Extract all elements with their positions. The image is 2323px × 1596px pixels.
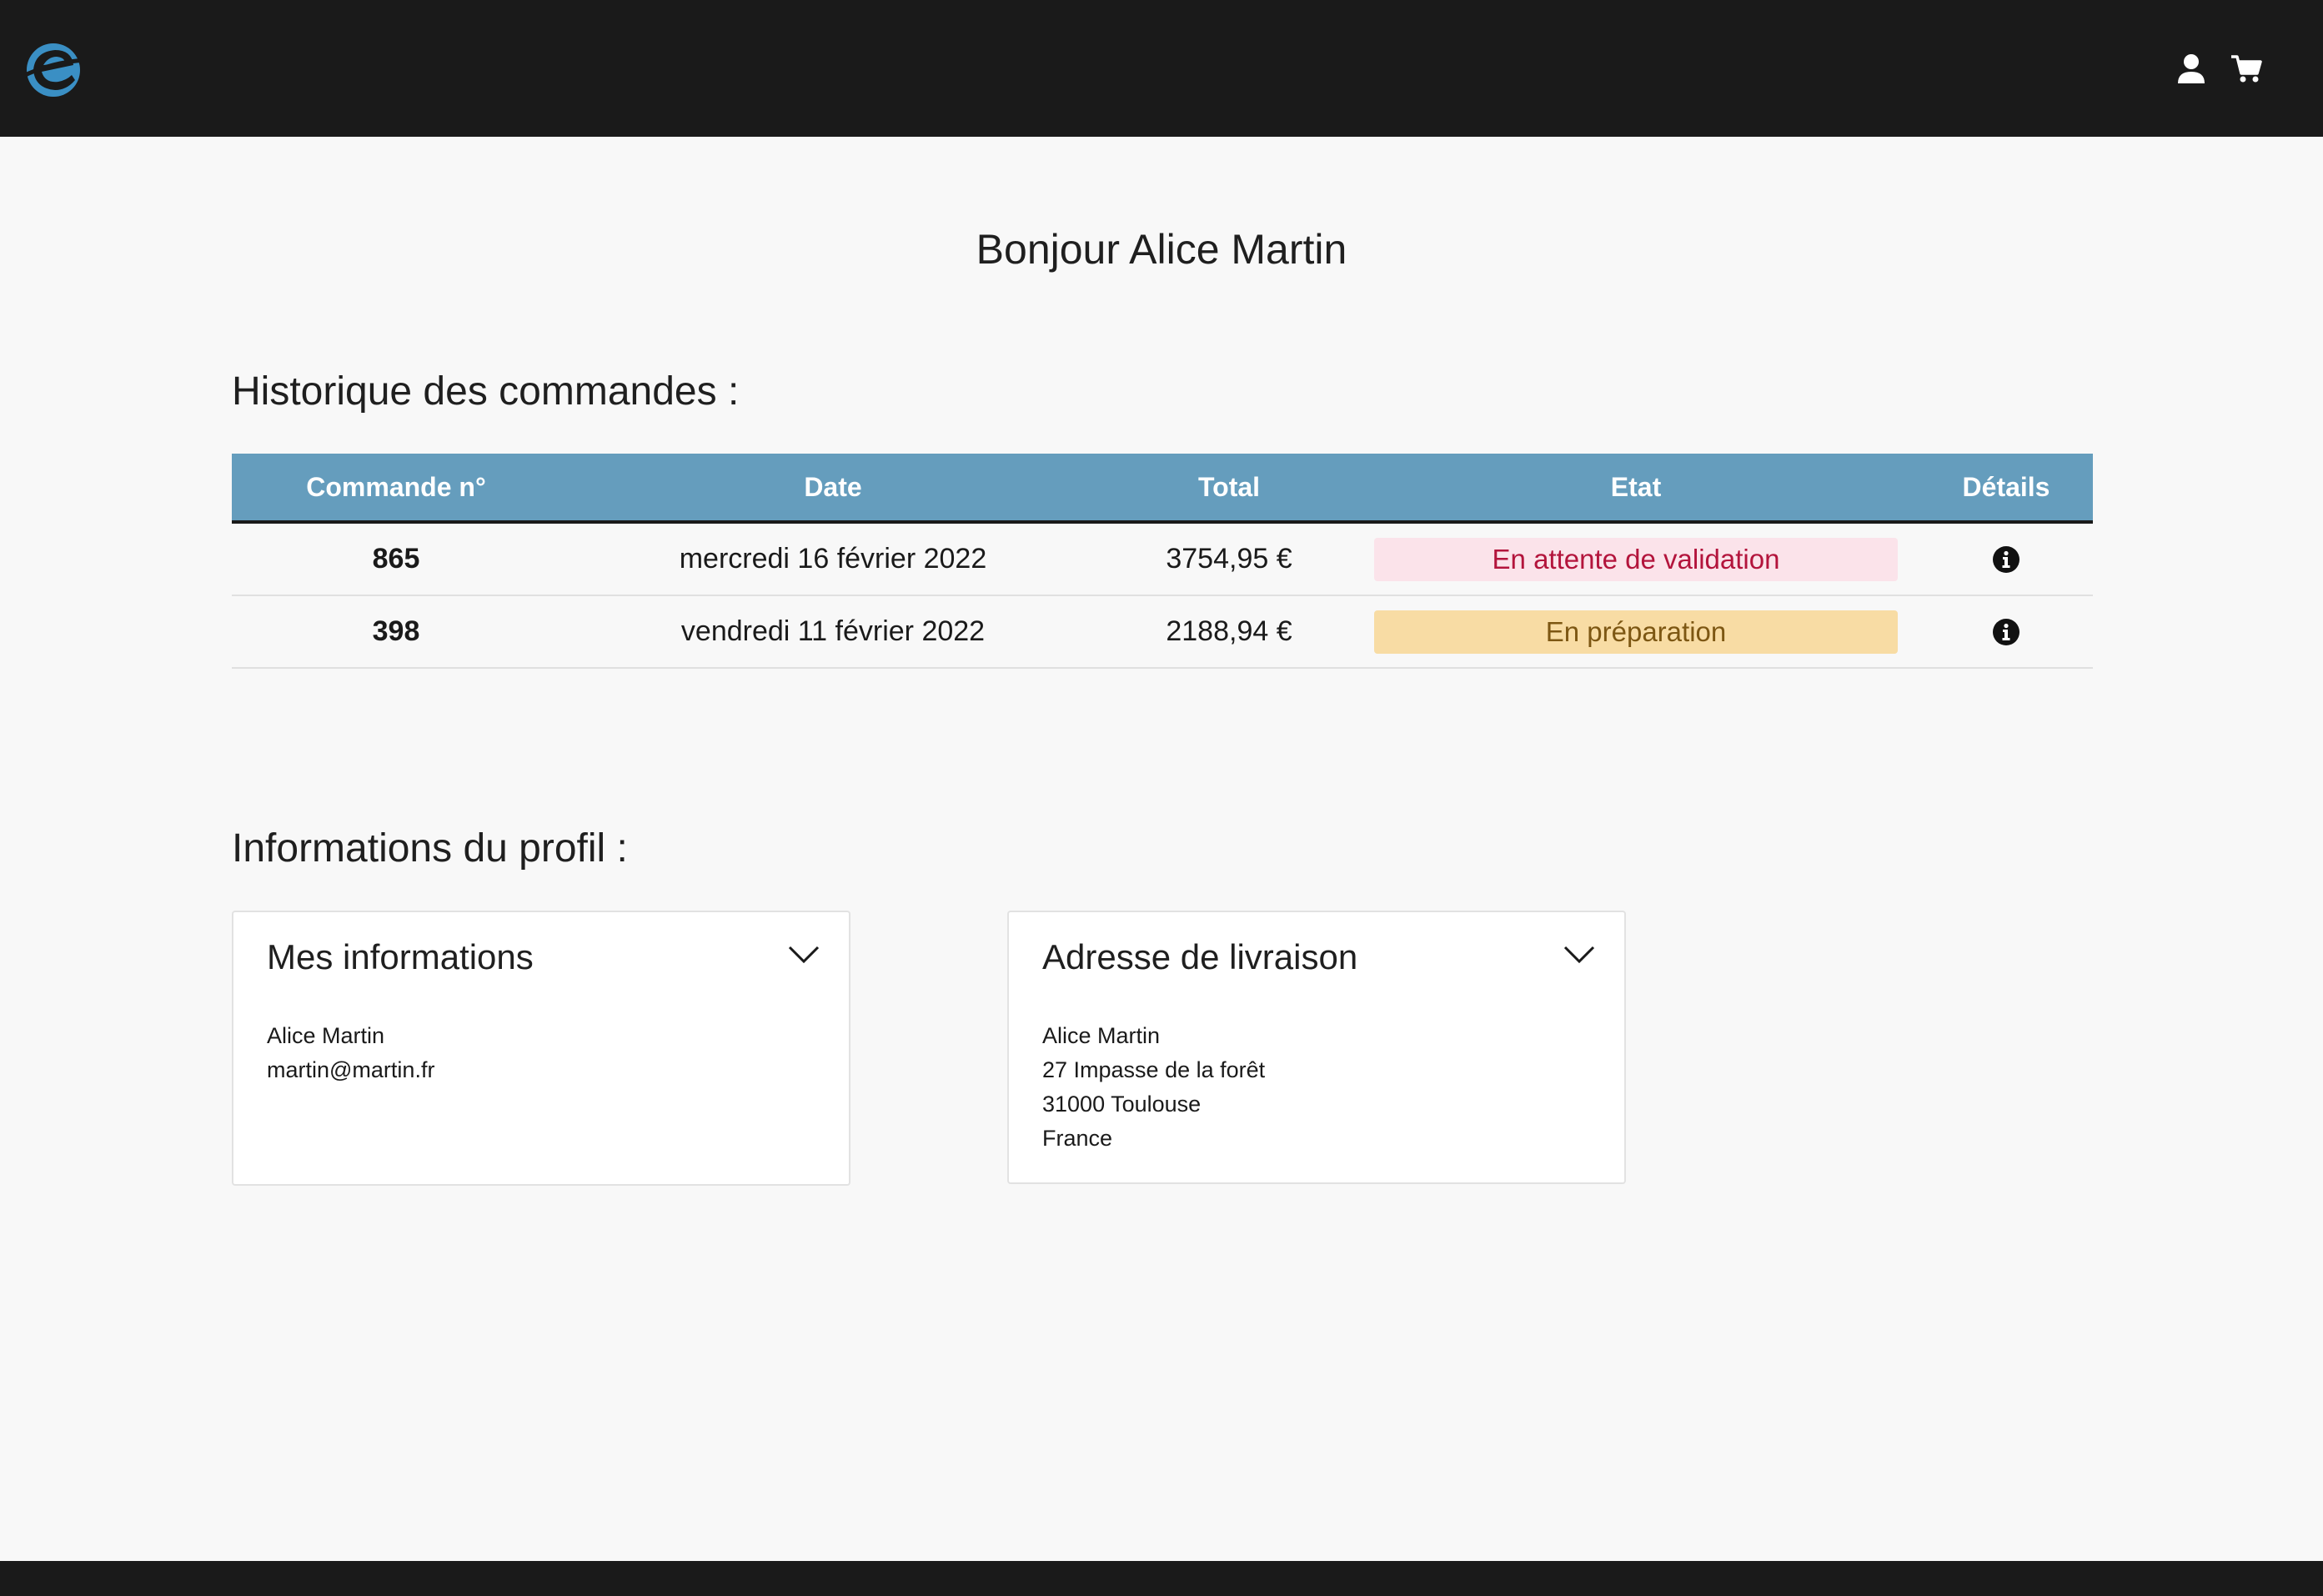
card-title: Mes informations bbox=[267, 937, 534, 976]
orders-table: Commande n° Date Total Etat Détails 865 … bbox=[232, 454, 2093, 669]
e-logo-icon[interactable] bbox=[18, 37, 88, 98]
status-badge: En attente de validation bbox=[1374, 537, 1898, 581]
order-number: 865 bbox=[372, 543, 420, 575]
user-icon[interactable] bbox=[2175, 52, 2208, 85]
order-details-cell bbox=[1919, 618, 2093, 646]
address-street: 27 Impasse de la forêt bbox=[1042, 1057, 1266, 1082]
table-row: 398 vendredi 11 février 2022 2188,94 € E… bbox=[232, 596, 2093, 669]
card-content: Alice Martin martin@martin.fr bbox=[267, 1019, 434, 1087]
column-header-order-number: Commande n° bbox=[306, 471, 486, 502]
table-row: 865 mercredi 16 février 2022 3754,95 € E… bbox=[232, 524, 2093, 596]
status-badge: En préparation bbox=[1374, 610, 1898, 654]
card-title: Adresse de livraison bbox=[1042, 937, 1358, 976]
footer-bar bbox=[0, 1561, 2323, 1596]
info-circle-icon[interactable] bbox=[1992, 545, 2020, 574]
order-history-title: Historique des commandes : bbox=[232, 369, 740, 414]
shipping-address-card: Adresse de livraison Alice Martin 27 Imp… bbox=[1007, 911, 1626, 1184]
order-status-cell: En attente de validation bbox=[1352, 537, 1919, 581]
address-city: 31000 Toulouse bbox=[1042, 1092, 1202, 1117]
top-navbar bbox=[0, 0, 2323, 137]
column-header-details: Détails bbox=[1962, 471, 2050, 502]
chevron-down-icon[interactable] bbox=[1563, 944, 1596, 966]
my-info-card: Mes informations Alice Martin martin@mar… bbox=[232, 911, 850, 1186]
order-details-cell bbox=[1919, 545, 2093, 574]
column-header-total: Total bbox=[1197, 471, 1261, 502]
order-status-cell: En préparation bbox=[1352, 610, 1919, 654]
user-email: martin@martin.fr bbox=[267, 1057, 435, 1082]
address-country: France bbox=[1042, 1126, 1113, 1151]
order-total: 3754,95 € bbox=[1166, 543, 1292, 575]
address-name: Alice Martin bbox=[1042, 1023, 1161, 1048]
greeting-title: Bonjour Alice Martin bbox=[976, 226, 1347, 273]
order-date: mercredi 16 février 2022 bbox=[679, 543, 987, 575]
column-header-status: Etat bbox=[1610, 471, 1662, 502]
column-header-date: Date bbox=[804, 471, 862, 502]
info-circle-icon[interactable] bbox=[1992, 618, 2020, 646]
shopping-cart-icon[interactable] bbox=[2230, 52, 2263, 85]
chevron-down-icon[interactable] bbox=[787, 944, 820, 966]
card-content: Alice Martin 27 Impasse de la forêt 3100… bbox=[1042, 1019, 1265, 1156]
orders-table-header: Commande n° Date Total Etat Détails bbox=[232, 454, 2093, 524]
order-total: 2188,94 € bbox=[1166, 615, 1292, 647]
order-date: vendredi 11 février 2022 bbox=[680, 615, 986, 647]
user-name: Alice Martin bbox=[267, 1023, 385, 1048]
order-number: 398 bbox=[372, 615, 420, 647]
profile-info-title: Informations du profil : bbox=[232, 826, 628, 871]
